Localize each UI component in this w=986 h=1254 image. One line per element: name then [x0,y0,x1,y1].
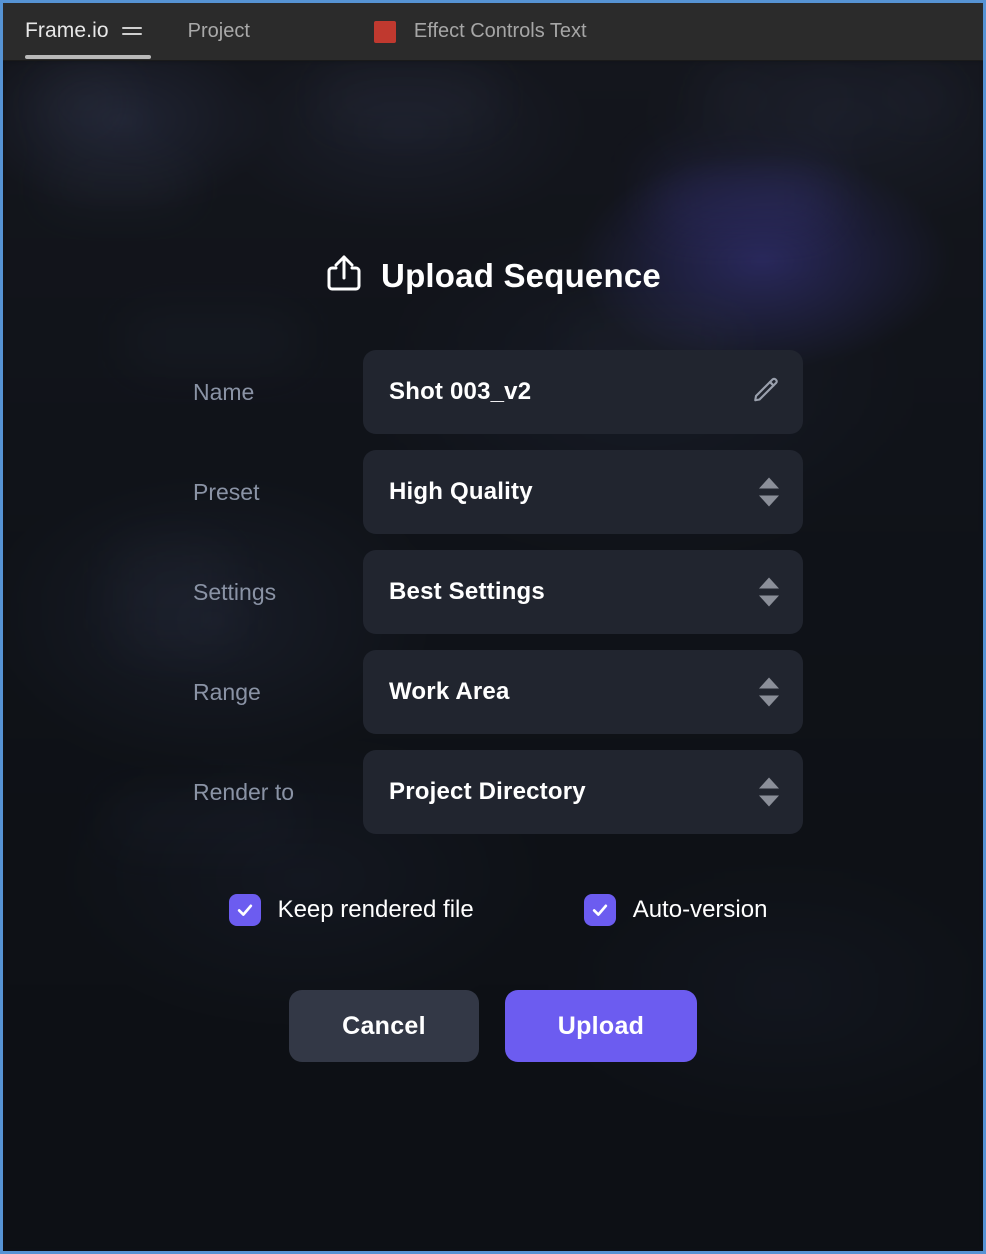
range-select-value: Work Area [389,678,510,705]
brand-active-underline [25,54,151,59]
label-settings: Settings [193,578,277,605]
stepper-down-arrow[interactable] [759,695,779,707]
stepper-arrows-icon[interactable] [759,477,779,507]
checkbox-auto-version[interactable]: Auto-version [583,894,768,926]
label-name: Name [193,378,255,405]
stepper-up-arrow[interactable] [759,477,779,489]
application-window: Frame.io Project Effect Controls Text Up… [0,0,986,1254]
upload-form: Name Shot 003_v2 Preset High Quality Set… [183,350,803,834]
name-input[interactable]: Shot 003_v2 [363,350,803,434]
stepper-down-arrow[interactable] [759,795,779,807]
brand-label: Frame.io [25,18,109,42]
label-range: Range [193,678,261,705]
range-select[interactable]: Work Area [363,650,803,734]
stepper-up-arrow[interactable] [759,777,779,789]
settings-select-value: Best Settings [389,578,545,605]
upload-button[interactable]: Upload [505,990,697,1062]
form-row-preset: Preset High Quality [183,450,803,534]
dialog-header: Upload Sequence [325,253,661,298]
stepper-up-arrow[interactable] [759,577,779,589]
render-to-select[interactable]: Project Directory [363,750,803,834]
form-row-range: Range Work Area [183,650,803,734]
options-row: Keep rendered file Auto-version [219,894,768,926]
name-input-value: Shot 003_v2 [389,378,532,405]
settings-select[interactable]: Best Settings [363,550,803,634]
topbar-document-label: Effect Controls Text [413,20,587,42]
label-preset: Preset [193,478,260,505]
dialog-title: Upload Sequence [381,256,661,294]
stepper-down-arrow[interactable] [759,595,779,607]
stepper-arrows-icon[interactable] [759,577,779,607]
topbar-document-group[interactable]: Effect Controls Text [373,20,587,43]
label-render-to: Render to [193,778,295,805]
red-square-icon [373,20,396,43]
hamburger-icon[interactable] [121,21,144,41]
upload-sequence-dialog: Upload Sequence Name Shot 003_v2 Preset … [3,61,983,1251]
brand-group[interactable]: Frame.io [25,18,151,59]
stepper-arrows-icon[interactable] [759,677,779,707]
top-application-bar: Frame.io Project Effect Controls Text [3,3,983,61]
checkbox-keep-rendered-file[interactable]: Keep rendered file [228,894,474,926]
hamburger-line [121,32,142,35]
preset-select-value: High Quality [389,478,533,505]
checkbox-checked-icon[interactable] [228,894,261,926]
pencil-icon[interactable] [751,375,781,410]
dialog-actions: Cancel Upload [289,990,697,1062]
hamburger-line [121,26,142,29]
checkbox-label-auto-version: Auto-version [632,896,768,923]
stepper-up-arrow[interactable] [759,677,779,689]
checkbox-label-keep-rendered-file: Keep rendered file [277,896,474,923]
preset-select[interactable]: High Quality [363,450,803,534]
render-to-select-value: Project Directory [389,778,586,805]
checkbox-checked-icon[interactable] [583,894,616,926]
form-row-render-to: Render to Project Directory [183,750,803,834]
cancel-button[interactable]: Cancel [289,990,479,1062]
topbar-item-project[interactable]: Project [188,20,250,43]
form-row-settings: Settings Best Settings [183,550,803,634]
stepper-down-arrow[interactable] [759,495,779,507]
upload-icon [325,253,363,298]
stepper-arrows-icon[interactable] [759,777,779,807]
form-row-name: Name Shot 003_v2 [183,350,803,434]
